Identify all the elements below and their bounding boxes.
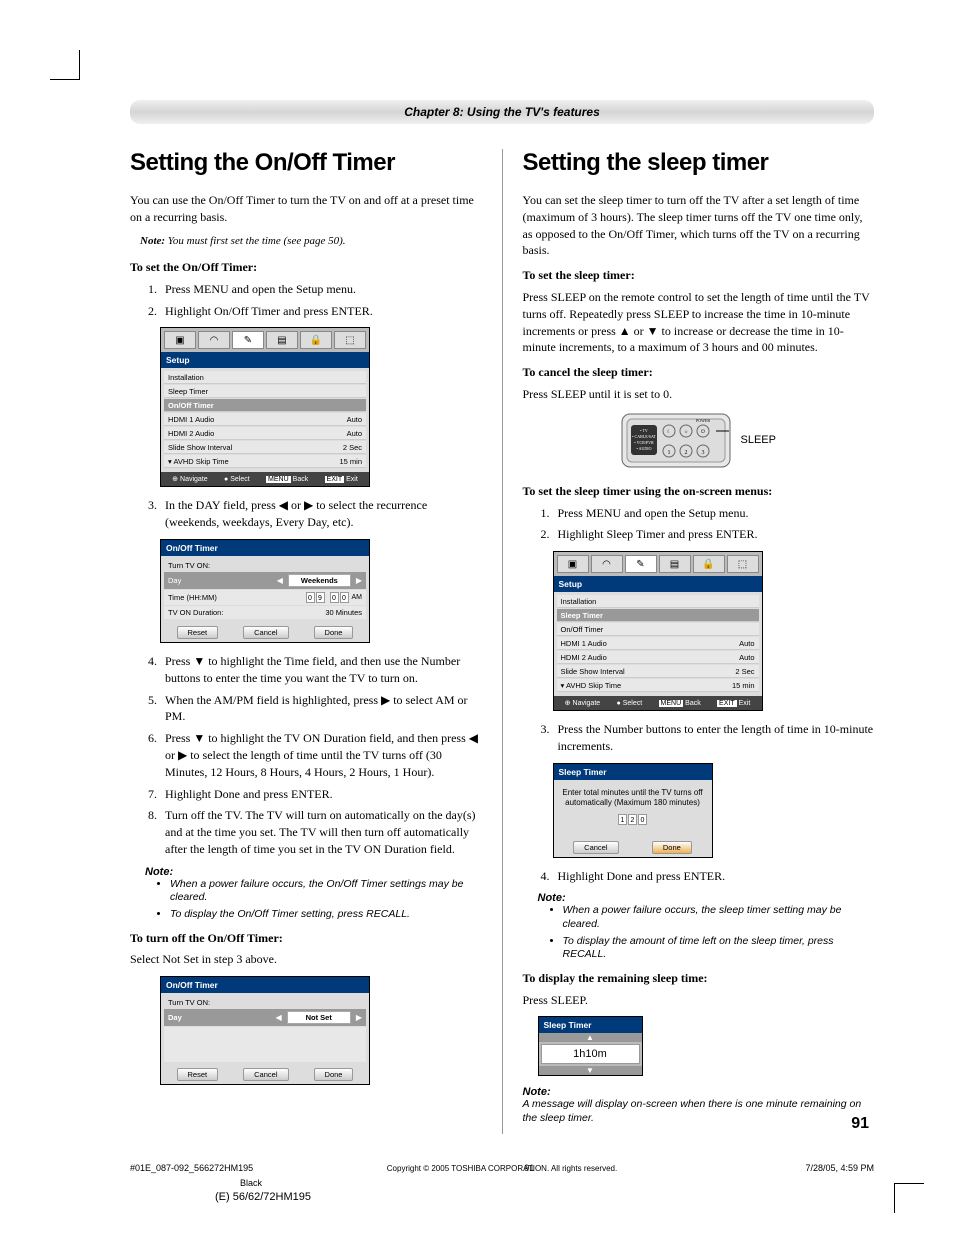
page-number: 91 (851, 1115, 869, 1133)
note-bullet: When a power failure occurs, the On/Off … (170, 878, 482, 905)
heading-onoff: Setting the On/Off Timer (130, 149, 482, 177)
step-2: Highlight On/Off Timer and press ENTER. (160, 303, 482, 320)
step-5: When the AM/PM field is highlighted, pre… (160, 692, 482, 726)
lock-icon: 🔒 (702, 559, 714, 570)
note-first-set-time: Note: You must first set the time (see p… (140, 234, 482, 249)
applications-icon: ▤ (277, 335, 286, 346)
step-1: Press MENU and open the Setup menu. (160, 281, 482, 298)
svg-text:⏻: ⏻ (701, 429, 705, 435)
osd-sleep-remaining: Sleep Timer ▲ 1h10m ▼ (538, 1016, 643, 1076)
left-column: Setting the On/Off Timer You can use the… (130, 149, 482, 1134)
note-text: A message will display on-screen when th… (523, 1098, 875, 1125)
step-7: Highlight Done and press ENTER. (160, 786, 482, 803)
to-set-head: To set the On/Off Timer: (130, 259, 482, 276)
intro-text: You can set the sleep timer to turn off … (523, 192, 875, 259)
lock-icon: 🔒 (310, 335, 322, 346)
footer-meta: #01E_087-092_566272HM195 91 7/28/05, 4:5… (130, 1163, 874, 1173)
osd-sleep-menu: ▣ ◠ ✎ ▤ 🔒 ⬚ Setup Installation Sleep Tim… (553, 551, 763, 711)
step-1: Press MENU and open the Setup menu. (553, 505, 875, 522)
note-bullet: When a power failure occurs, the sleep t… (563, 904, 875, 931)
set-sleep-body: Press SLEEP on the remote control to set… (523, 289, 875, 356)
osd-setup-menu: ▣ ◠ ✎ ▤ 🔒 ⬚ Setup Installation Sleep Tim… (160, 327, 370, 487)
svg-text:3: 3 (701, 450, 704, 456)
cancel-button: Cancel (243, 1068, 288, 1081)
sleep-button-label: SLEEP (741, 434, 776, 446)
osd-sleep-input: Sleep Timer Enter total minutes until th… (553, 763, 713, 858)
step-4: Press ▼ to highlight the Time field, and… (160, 653, 482, 687)
right-column: Setting the sleep timer You can set the … (523, 149, 875, 1134)
svg-text:☼: ☼ (683, 430, 688, 435)
setup-icon: ✎ (636, 559, 644, 570)
step-6: Press ▼ to highlight the TV ON Duration … (160, 730, 482, 780)
svg-text:• AUDIO: • AUDIO (636, 446, 651, 451)
remote-figure: • TV • CABLE/SAT • VCR/PVR • AUDIO ☾ ☼ ⏻… (523, 413, 875, 468)
chapter-header: Chapter 8: Using the TV's features (130, 100, 874, 124)
osd-onoff-weekends: On/Off Timer Turn TV ON: Day ◀Weekends▶ … (160, 539, 370, 643)
intro-text: You can use the On/Off Timer to turn the… (130, 192, 482, 226)
note-title: Note: (523, 1086, 875, 1098)
audio-icon: ◠ (210, 335, 219, 346)
step-3: In the DAY field, press ◀ or ▶ to select… (160, 497, 482, 531)
display-remain-head: To display the remaining sleep time: (523, 970, 875, 987)
svg-text:2: 2 (684, 450, 687, 456)
cancel-sleep-body: Press SLEEP until it is set to 0. (523, 386, 875, 403)
set-sleep-head: To set the sleep timer: (523, 267, 875, 284)
svg-text:☾: ☾ (666, 429, 670, 435)
footer-model: (E) 56/62/72HM195 (215, 1191, 311, 1203)
note-bullet: To display the On/Off Timer setting, pre… (170, 908, 482, 922)
done-button: Done (652, 841, 692, 854)
svg-text:• CABLE/SAT: • CABLE/SAT (632, 434, 656, 439)
cancel-button: Cancel (573, 841, 618, 854)
done-button: Done (314, 626, 354, 639)
svg-text:1: 1 (667, 450, 670, 456)
note-title: Note: (538, 892, 875, 904)
preferences-icon: ⬚ (345, 335, 354, 346)
step-2: Highlight Sleep Timer and press ENTER. (553, 526, 875, 543)
osd-sleep-head: To set the sleep timer using the on-scre… (523, 483, 875, 500)
cancel-button: Cancel (243, 626, 288, 639)
osd-title: Setup (161, 352, 369, 368)
step-4: Highlight Done and press ENTER. (553, 868, 875, 885)
svg-text:• VCR/PVR: • VCR/PVR (634, 440, 654, 445)
svg-text:• TV: • TV (640, 428, 648, 433)
cancel-sleep-head: To cancel the sleep timer: (523, 364, 875, 381)
step-3: Press the Number buttons to enter the le… (553, 721, 875, 755)
setup-icon: ✎ (244, 335, 252, 346)
heading-sleep: Setting the sleep timer (523, 149, 875, 177)
reset-button: Reset (177, 1068, 219, 1081)
reset-button: Reset (177, 626, 219, 639)
applications-icon: ▤ (670, 559, 679, 570)
picture-icon: ▣ (568, 559, 577, 570)
display-remain-body: Press SLEEP. (523, 992, 875, 1009)
note-bullet: To display the amount of time left on th… (563, 935, 875, 962)
note-title: Note: (145, 866, 482, 878)
done-button: Done (314, 1068, 354, 1081)
picture-icon: ▣ (175, 335, 184, 346)
svg-text:POWER: POWER (696, 418, 710, 423)
turnoff-head: To turn off the On/Off Timer: (130, 930, 482, 947)
step-8: Turn off the TV. The TV will turn on aut… (160, 807, 482, 857)
osd-onoff-notset: On/Off Timer Turn TV ON: Day ◀Not Set▶ R… (160, 976, 370, 1085)
turnoff-body: Select Not Set in step 3 above. (130, 951, 482, 968)
audio-icon: ◠ (602, 559, 611, 570)
preferences-icon: ⬚ (738, 559, 747, 570)
footer-color: Black (240, 1178, 262, 1188)
